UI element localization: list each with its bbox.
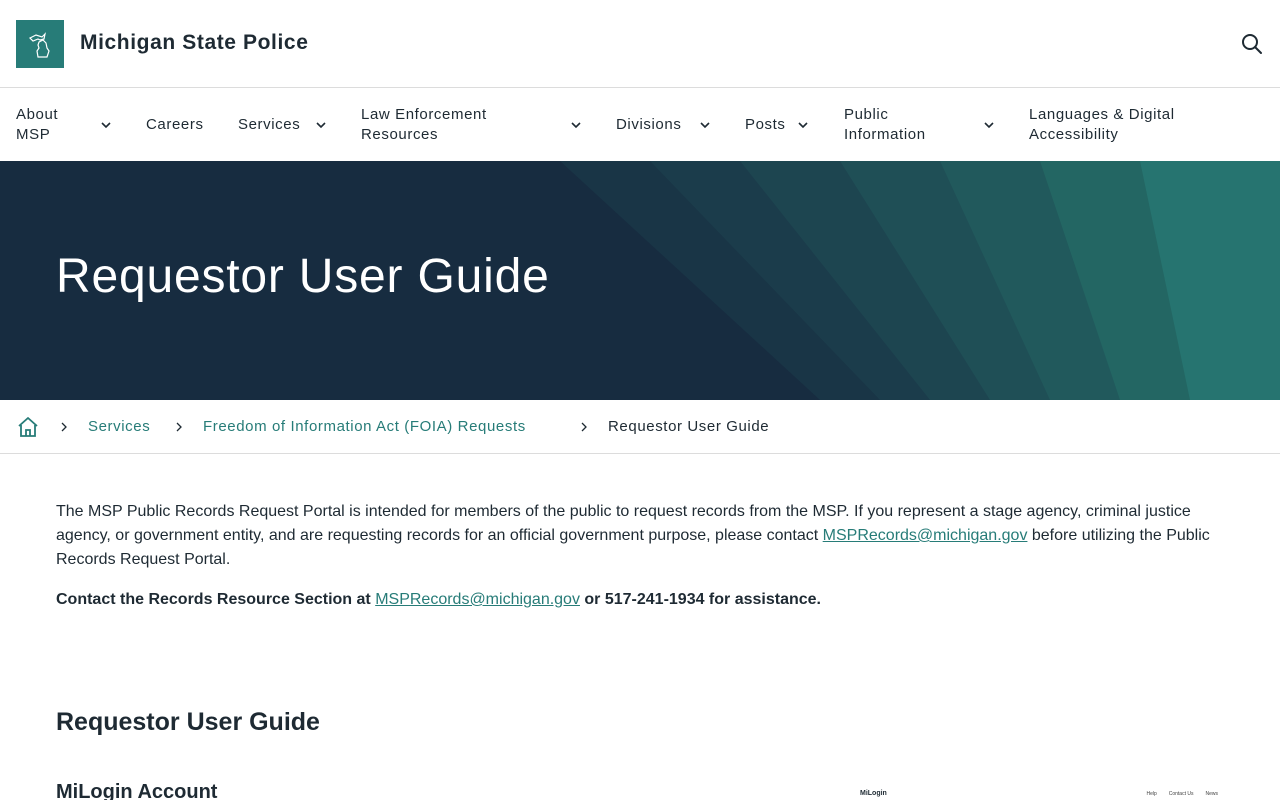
contact-prefix: Contact the Records Resource Section at bbox=[56, 591, 376, 608]
site-title[interactable]: Michigan State Police bbox=[80, 31, 309, 55]
nav-item-divisions[interactable]: Divisions bbox=[616, 89, 716, 161]
nav-item-careers[interactable]: Careers bbox=[146, 89, 216, 161]
chevron-down-icon bbox=[798, 122, 808, 129]
chevron-right-icon bbox=[61, 422, 67, 432]
home-icon[interactable] bbox=[16, 415, 40, 439]
milogin-screenshot-preview: MiLogin Help Contact Us News bbox=[840, 784, 1224, 800]
preview-link: News bbox=[1205, 791, 1218, 797]
nav-item-services[interactable]: Services bbox=[238, 89, 330, 161]
nav-item-label: Careers bbox=[146, 116, 204, 133]
intro-paragraph: The MSP Public Records Request Portal is… bbox=[56, 500, 1224, 572]
nav-item-label: About MSP bbox=[16, 106, 59, 143]
chevron-right-icon bbox=[581, 422, 587, 432]
nav-item-label: Divisions bbox=[616, 116, 682, 133]
nav-item-label: Public Information bbox=[844, 106, 926, 143]
preview-brand: MiLogin bbox=[860, 790, 887, 797]
contact-suffix: or 517-241-1934 for assistance. bbox=[579, 591, 821, 608]
nav-item-posts[interactable]: Posts bbox=[745, 89, 815, 161]
nav-item-label: Services bbox=[238, 116, 301, 133]
breadcrumb: Services Freedom of Information Act (FOI… bbox=[0, 400, 1280, 454]
search-icon[interactable] bbox=[1240, 32, 1264, 56]
chevron-down-icon bbox=[700, 122, 710, 129]
breadcrumb-link-services[interactable]: Services bbox=[88, 418, 150, 435]
nav-item-public-information[interactable]: Public Information bbox=[844, 89, 1000, 161]
nav-item-about-msp[interactable]: About MSP bbox=[16, 89, 114, 161]
page-title: Requestor User Guide bbox=[56, 250, 550, 303]
preview-link: Contact Us bbox=[1168, 791, 1194, 797]
nav-item-label: Posts bbox=[745, 116, 786, 133]
contact-paragraph: Contact the Records Resource Section at … bbox=[56, 588, 1224, 612]
subsection-heading: MiLogin Account bbox=[56, 781, 218, 800]
nav-item-law-enforcement-resources[interactable]: Law Enforcement Resources bbox=[361, 89, 585, 161]
michigan-map-icon[interactable] bbox=[16, 20, 64, 68]
hero-banner: Requestor User Guide bbox=[0, 161, 1280, 400]
preview-links: Help Contact Us News bbox=[1146, 791, 1218, 797]
main-navigation: About MSP Careers Services Law Enforceme… bbox=[0, 89, 1280, 161]
breadcrumb-current: Requestor User Guide bbox=[608, 418, 770, 435]
chevron-down-icon bbox=[101, 122, 111, 129]
nav-item-languages-digital-accessibility[interactable]: Languages & Digital Accessibility bbox=[1029, 89, 1229, 161]
nav-item-label: Languages & Digital Accessibility bbox=[1029, 106, 1175, 143]
chevron-right-icon bbox=[176, 422, 182, 432]
records-email-link[interactable]: MSPRecords@michigan.gov bbox=[823, 527, 1028, 544]
section-heading: Requestor User Guide bbox=[56, 708, 320, 736]
chevron-down-icon bbox=[984, 122, 994, 129]
main-content: The MSP Public Records Request Portal is… bbox=[56, 500, 1224, 612]
preview-link: Help bbox=[1146, 791, 1157, 797]
chevron-down-icon bbox=[316, 122, 326, 129]
contact-email-link[interactable]: MSPRecords@michigan.gov bbox=[375, 591, 580, 608]
nav-item-label: Law Enforcement Resources bbox=[361, 106, 487, 143]
chevron-down-icon bbox=[571, 122, 581, 129]
site-header: Michigan State Police bbox=[0, 0, 1280, 88]
breadcrumb-link-foia[interactable]: Freedom of Information Act (FOIA) Reques… bbox=[203, 418, 526, 435]
